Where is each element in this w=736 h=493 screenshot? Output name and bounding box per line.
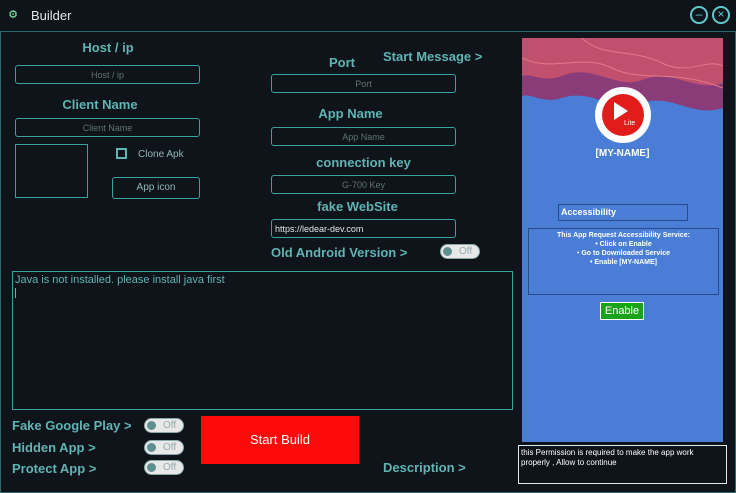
lite-badge: Lite [624, 120, 636, 127]
permission-line: • Go to Downloaded Service [576, 250, 671, 257]
protect-app-toggle[interactable]: Off [144, 460, 184, 475]
app-logo-icon: ⚙ [8, 9, 18, 21]
old-android-label[interactable]: Old Android Version > [271, 245, 407, 260]
port-input[interactable] [271, 74, 456, 93]
hidden-app-label[interactable]: Hidden App > [12, 440, 96, 455]
toggle-state: Off [163, 462, 177, 473]
toggle-knob [147, 463, 156, 472]
old-android-toggle[interactable]: Off [440, 244, 480, 259]
close-icon[interactable]: × [712, 6, 730, 24]
clone-apk-checkbox[interactable] [116, 148, 127, 159]
toggle-knob [147, 421, 156, 430]
connection-key-label: connection key [316, 155, 411, 170]
start-message-link[interactable]: Start Message > [383, 49, 482, 64]
app-name-input[interactable] [271, 127, 456, 146]
phone-preview: Lite [MY-NAME] Accessibility This App Re… [522, 38, 723, 442]
fake-google-play-toggle[interactable]: Off [144, 418, 184, 433]
toggle-knob [443, 247, 452, 256]
permission-note-input[interactable]: this Permission is required to make the … [518, 445, 727, 484]
youtube-app-icon: Lite [595, 87, 651, 143]
description-link[interactable]: Description > [383, 460, 466, 475]
console-text: Java is not installed. please install ja… [15, 274, 225, 286]
window-title: Builder [31, 8, 72, 23]
toggle-state: Off [163, 442, 177, 453]
text-cursor [15, 288, 16, 298]
protect-app-label[interactable]: Protect App > [12, 461, 96, 476]
toggle-knob [147, 443, 156, 452]
client-name-input[interactable] [15, 118, 200, 137]
start-build-button[interactable]: Start Build [201, 416, 359, 464]
app-name-label: App Name [318, 106, 383, 121]
clone-apk-label: Clone Apk [138, 149, 184, 160]
fake-website-input[interactable] [271, 219, 456, 238]
preview-app-name: [MY-NAME] [595, 148, 650, 159]
fake-website-label: fake WebSite [317, 199, 398, 214]
permission-instructions: This App Request Accessibility Service: … [528, 228, 719, 295]
console-log[interactable]: Java is not installed. please install ja… [12, 271, 513, 410]
app-icon-button[interactable]: App icon [112, 177, 200, 199]
client-name-label: Client Name [62, 97, 138, 112]
permission-line: • Click on Enable [595, 241, 652, 248]
fake-google-play-label[interactable]: Fake Google Play > [12, 418, 132, 433]
permission-line: This App Request Accessibility Service: [557, 232, 690, 239]
enable-button[interactable]: Enable [600, 302, 644, 320]
host-label: Host / ip [82, 40, 134, 55]
connection-key-input[interactable] [271, 175, 456, 194]
permission-line: • Enable [MY-NAME] [589, 259, 657, 266]
toggle-state: Off [459, 246, 473, 257]
play-icon [614, 102, 628, 120]
toggle-state: Off [163, 420, 177, 431]
host-input[interactable] [15, 65, 200, 84]
hidden-app-toggle[interactable]: Off [144, 440, 184, 455]
app-icon-preview [15, 144, 88, 198]
accessibility-title: Accessibility [558, 204, 688, 221]
title-bar [0, 0, 736, 32]
minimize-icon[interactable]: – [690, 6, 708, 24]
